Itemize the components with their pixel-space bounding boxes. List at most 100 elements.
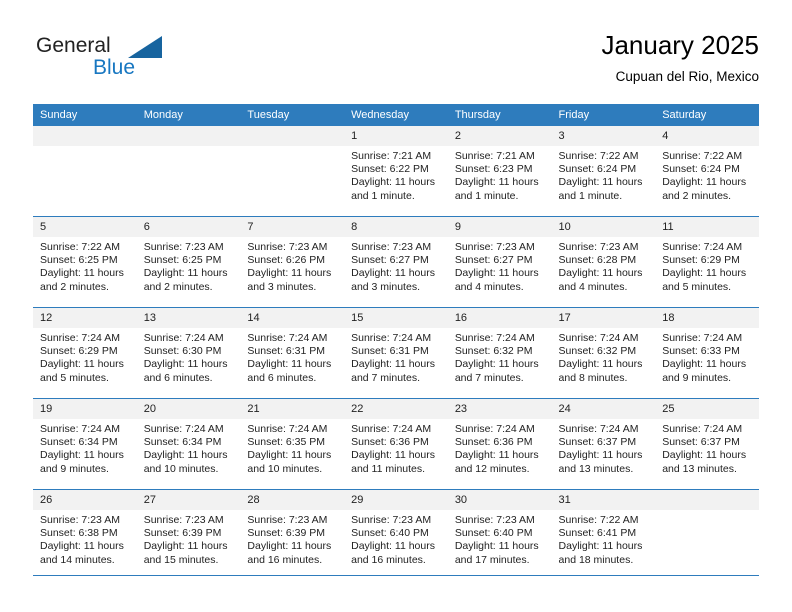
daylight-text-line2: and 11 minutes. xyxy=(351,462,426,475)
day-number: 14 xyxy=(240,308,345,328)
sunrise-text: Sunrise: 7:23 AM xyxy=(143,241,224,253)
sunrise-text: Sunrise: 7:24 AM xyxy=(143,423,224,435)
day-cell[interactable] xyxy=(240,126,345,217)
day-cell[interactable]: 30 Sunrise: 7:23 AM Sunset: 6:40 PM Dayligh… xyxy=(447,489,552,580)
calendar-page: General Blue January 2025 Cupuan del Rio… xyxy=(0,0,792,612)
day-number: 19 xyxy=(33,399,137,419)
sunset-text: Sunset: 6:31 PM xyxy=(351,345,429,358)
daylight-text-line2: and 2 minutes. xyxy=(40,280,109,293)
day-details: Sunrise: 7:22 AM Sunset: 6:25 PM Daylight:… xyxy=(33,237,137,294)
day-cell[interactable]: 19 Sunrise: 7:24 AM Sunset: 6:34 PM Dayligh… xyxy=(33,398,137,490)
day-details: Sunrise: 7:23 AM Sunset: 6:26 PM Daylight:… xyxy=(240,237,344,294)
page-title: January 2025 xyxy=(601,30,759,60)
day-cell[interactable]: 29 Sunrise: 7:23 AM Sunset: 6:40 PM Dayligh… xyxy=(344,489,448,580)
sunrise-text: Sunrise: 7:24 AM xyxy=(40,423,120,435)
day-number: 12 xyxy=(33,308,137,328)
day-cell[interactable]: 12 Sunrise: 7:24 AM Sunset: 6:29 PM Dayligh… xyxy=(33,307,137,399)
daylight-text-line1: Daylight: 11 hours xyxy=(454,449,539,462)
day-details: Sunrise: 7:24 AM Sunset: 6:37 PM Daylight:… xyxy=(655,419,759,476)
daylight-text-line1: Daylight: 11 hours xyxy=(143,449,228,462)
sunrise-text: Sunrise: 7:23 AM xyxy=(40,514,120,526)
daylight-text-line1: Daylight: 11 hours xyxy=(247,449,332,462)
day-details: Sunrise: 7:23 AM Sunset: 6:40 PM Daylight:… xyxy=(344,510,448,567)
day-cell[interactable]: 25 Sunrise: 7:24 AM Sunset: 6:37 PM Dayligh… xyxy=(655,398,759,490)
general-blue-logo[interactable]: General Blue xyxy=(33,34,263,86)
day-details: Sunrise: 7:24 AM Sunset: 6:34 PM Daylight:… xyxy=(137,419,241,476)
day-details xyxy=(655,510,759,514)
day-cell[interactable]: 10 Sunrise: 7:23 AM Sunset: 6:28 PM Dayligh… xyxy=(551,216,656,308)
day-cell[interactable]: 26 Sunrise: 7:23 AM Sunset: 6:38 PM Dayligh… xyxy=(33,489,137,580)
day-cell[interactable]: 3 Sunrise: 7:22 AM Sunset: 6:24 PM Daylight… xyxy=(551,126,656,217)
sunrise-text: Sunrise: 7:24 AM xyxy=(454,332,535,344)
day-cell[interactable] xyxy=(136,126,241,217)
day-details: Sunrise: 7:24 AM Sunset: 6:29 PM Daylight:… xyxy=(33,328,137,385)
sunset-text: Sunset: 6:28 PM xyxy=(558,254,637,267)
day-cell[interactable]: 24 Sunrise: 7:24 AM Sunset: 6:37 PM Dayligh… xyxy=(551,398,656,490)
daylight-text-line2: and 15 minutes. xyxy=(143,553,219,566)
daylight-text-line1: Daylight: 11 hours xyxy=(558,358,643,371)
day-number: 20 xyxy=(136,399,241,419)
weekday-header-sunday: Sunday xyxy=(33,104,137,126)
sunrise-text: Sunrise: 7:24 AM xyxy=(454,423,535,435)
day-cell[interactable]: 14 Sunrise: 7:24 AM Sunset: 6:31 PM Dayligh… xyxy=(240,307,345,399)
daylight-text-line1: Daylight: 11 hours xyxy=(558,540,643,553)
day-cell[interactable]: 11 Sunrise: 7:24 AM Sunset: 6:29 PM Dayligh… xyxy=(655,216,759,308)
daylight-text-line2: and 2 minutes. xyxy=(662,189,732,202)
day-cell[interactable]: 23 Sunrise: 7:24 AM Sunset: 6:36 PM Dayligh… xyxy=(447,398,552,490)
day-cell[interactable] xyxy=(655,489,759,580)
day-number: 13 xyxy=(136,308,241,328)
day-number: 18 xyxy=(655,308,759,328)
daylight-text-line2: and 4 minutes. xyxy=(454,280,524,293)
sunset-text: Sunset: 6:29 PM xyxy=(40,345,118,358)
sunrise-text: Sunrise: 7:24 AM xyxy=(662,332,743,344)
day-cell[interactable]: 5 Sunrise: 7:22 AM Sunset: 6:25 PM Daylight… xyxy=(33,216,137,308)
sunset-text: Sunset: 6:30 PM xyxy=(143,345,222,358)
daylight-text-line2: and 7 minutes. xyxy=(351,371,420,384)
calendar-body: 1 Sunrise: 7:21 AM Sunset: 6:22 PM Daylight… xyxy=(33,126,759,580)
day-cell[interactable]: 28 Sunrise: 7:23 AM Sunset: 6:39 PM Dayligh… xyxy=(240,489,345,580)
day-cell[interactable]: 20 Sunrise: 7:24 AM Sunset: 6:34 PM Dayligh… xyxy=(136,398,241,490)
day-cell[interactable]: 9 Sunrise: 7:23 AM Sunset: 6:27 PM Daylight… xyxy=(447,216,552,308)
daylight-text-line2: and 5 minutes. xyxy=(40,371,109,384)
day-cell[interactable] xyxy=(33,126,137,217)
day-details: Sunrise: 7:23 AM Sunset: 6:38 PM Daylight:… xyxy=(33,510,137,567)
sunset-text: Sunset: 6:24 PM xyxy=(558,163,637,176)
day-number: 8 xyxy=(344,217,448,237)
day-cell[interactable]: 31 Sunrise: 7:22 AM Sunset: 6:41 PM Dayligh… xyxy=(551,489,656,580)
day-cell[interactable]: 16 Sunrise: 7:24 AM Sunset: 6:32 PM Dayligh… xyxy=(447,307,552,399)
day-details: Sunrise: 7:23 AM Sunset: 6:40 PM Daylight:… xyxy=(448,510,552,567)
day-details: Sunrise: 7:22 AM Sunset: 6:24 PM Daylight:… xyxy=(552,146,656,203)
day-cell[interactable]: 8 Sunrise: 7:23 AM Sunset: 6:27 PM Daylight… xyxy=(344,216,448,308)
day-cell[interactable]: 2 Sunrise: 7:21 AM Sunset: 6:23 PM Daylight… xyxy=(447,126,552,217)
day-cell[interactable]: 4 Sunrise: 7:22 AM Sunset: 6:24 PM Daylight… xyxy=(655,126,759,217)
day-details: Sunrise: 7:24 AM Sunset: 6:33 PM Daylight:… xyxy=(655,328,759,385)
day-cell[interactable]: 21 Sunrise: 7:24 AM Sunset: 6:35 PM Dayligh… xyxy=(240,398,345,490)
day-details: Sunrise: 7:23 AM Sunset: 6:39 PM Daylight:… xyxy=(137,510,241,567)
day-number: 15 xyxy=(344,308,448,328)
day-details: Sunrise: 7:24 AM Sunset: 6:36 PM Daylight:… xyxy=(448,419,552,476)
day-number: 9 xyxy=(447,217,552,237)
day-number: 26 xyxy=(33,490,137,510)
day-cell[interactable]: 17 Sunrise: 7:24 AM Sunset: 6:32 PM Dayligh… xyxy=(551,307,656,399)
day-cell[interactable]: 27 Sunrise: 7:23 AM Sunset: 6:39 PM Dayligh… xyxy=(136,489,241,580)
day-details: Sunrise: 7:24 AM Sunset: 6:31 PM Daylight:… xyxy=(240,328,344,385)
sunrise-text: Sunrise: 7:23 AM xyxy=(558,241,639,253)
day-number xyxy=(655,490,759,510)
day-number: 27 xyxy=(136,490,241,510)
sunset-text: Sunset: 6:34 PM xyxy=(40,436,118,449)
day-cell[interactable]: 7 Sunrise: 7:23 AM Sunset: 6:26 PM Daylight… xyxy=(240,216,345,308)
day-cell[interactable]: 1 Sunrise: 7:21 AM Sunset: 6:22 PM Daylight… xyxy=(344,126,448,217)
daylight-text-line1: Daylight: 11 hours xyxy=(247,540,332,553)
day-cell[interactable]: 6 Sunrise: 7:23 AM Sunset: 6:25 PM Daylight… xyxy=(136,216,241,308)
sunset-text: Sunset: 6:41 PM xyxy=(558,527,637,540)
daylight-text-line1: Daylight: 11 hours xyxy=(454,267,539,280)
day-cell[interactable]: 13 Sunrise: 7:24 AM Sunset: 6:30 PM Dayligh… xyxy=(136,307,241,399)
day-cell[interactable]: 15 Sunrise: 7:24 AM Sunset: 6:31 PM Dayligh… xyxy=(344,307,448,399)
week-row: 5 Sunrise: 7:22 AM Sunset: 6:25 PM Daylight… xyxy=(33,216,759,308)
day-cell[interactable]: 18 Sunrise: 7:24 AM Sunset: 6:33 PM Dayligh… xyxy=(655,307,759,399)
sunrise-text: Sunrise: 7:23 AM xyxy=(351,241,432,253)
day-details: Sunrise: 7:23 AM Sunset: 6:27 PM Daylight:… xyxy=(344,237,448,294)
sunrise-text: Sunrise: 7:24 AM xyxy=(351,332,432,344)
day-cell[interactable]: 22 Sunrise: 7:24 AM Sunset: 6:36 PM Dayligh… xyxy=(344,398,448,490)
day-number: 10 xyxy=(551,217,656,237)
